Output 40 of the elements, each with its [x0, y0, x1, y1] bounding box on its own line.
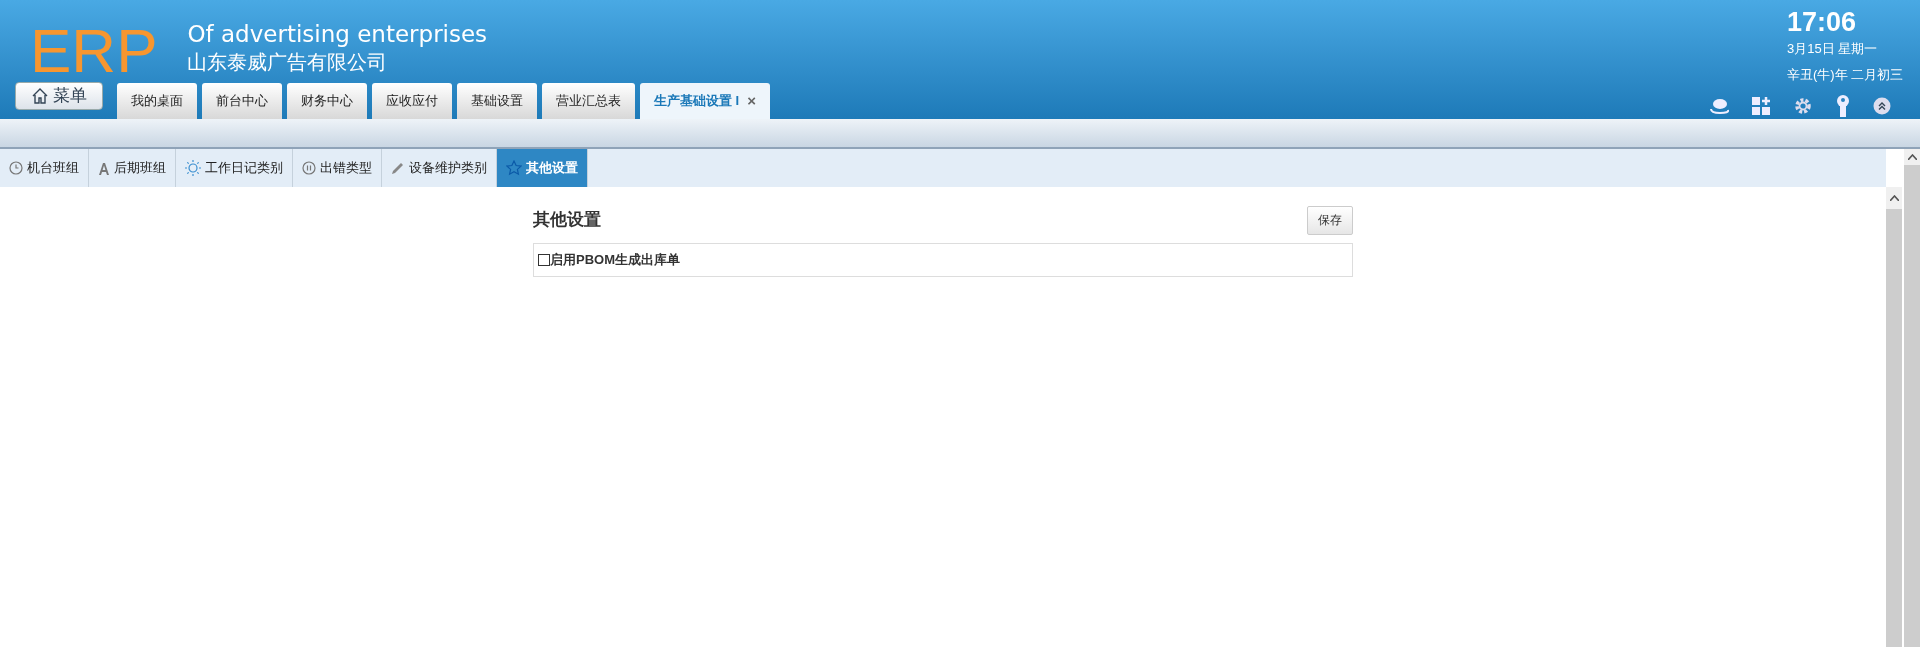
key-icon[interactable]	[1835, 95, 1851, 117]
sub-tab[interactable]: 后期班组	[89, 149, 176, 187]
nav-tab[interactable]: 我的桌面	[117, 83, 197, 119]
lunar-date: 辛丑(牛)年 二月初三	[1787, 66, 1904, 84]
clock-icon	[9, 161, 23, 175]
date-text: 3月15日 星期一	[1787, 40, 1878, 58]
scroll-up-icon[interactable]	[1889, 195, 1899, 201]
star-icon	[506, 160, 522, 176]
home-icon	[31, 87, 49, 105]
nav-tab[interactable]: 财务中心	[287, 83, 367, 119]
collapse-icon[interactable]	[1873, 97, 1891, 115]
pause-icon	[302, 161, 316, 175]
sun-icon	[185, 160, 201, 176]
sub-tab[interactable]: 工作日记类别	[176, 149, 293, 187]
sub-tab[interactable]: 机台班组	[0, 149, 89, 187]
sub-tab[interactable]: 出错类型	[293, 149, 382, 187]
scrollbar[interactable]	[1886, 187, 1902, 647]
scrollbar[interactable]	[1904, 149, 1920, 647]
gear-icon[interactable]	[1793, 96, 1813, 116]
add-widget-icon[interactable]	[1751, 96, 1771, 116]
nav-tab[interactable]: 营业汇总表	[542, 83, 635, 119]
nav-tab[interactable]: 应收应付	[372, 83, 452, 119]
letter-a-icon	[98, 161, 110, 175]
company-name: 山东泰威广告有限公司	[187, 50, 389, 75]
logo: ERP	[30, 20, 158, 82]
menu-button[interactable]: 菜单	[15, 82, 103, 110]
nav-tab[interactable]: 前台中心	[202, 83, 282, 119]
close-icon[interactable]: ×	[747, 89, 756, 113]
pencil-icon	[391, 161, 405, 175]
subtitle: Of advertising enterprises	[187, 20, 488, 48]
save-button[interactable]: 保存	[1307, 205, 1353, 235]
clock-time: 17:06	[1787, 8, 1857, 36]
scroll-up-icon[interactable]	[1907, 154, 1917, 160]
nav-tab[interactable]: 基础设置	[457, 83, 537, 119]
option-label: 启用PBOM生成出库单	[550, 251, 680, 269]
checkbox[interactable]	[538, 253, 550, 266]
panel-title: 其他设置	[533, 209, 601, 232]
sub-tab[interactable]: 其他设置	[497, 149, 588, 187]
nav-tab[interactable]: 生产基础设置 I ×	[640, 83, 770, 119]
chat-icon[interactable]	[1709, 97, 1729, 115]
